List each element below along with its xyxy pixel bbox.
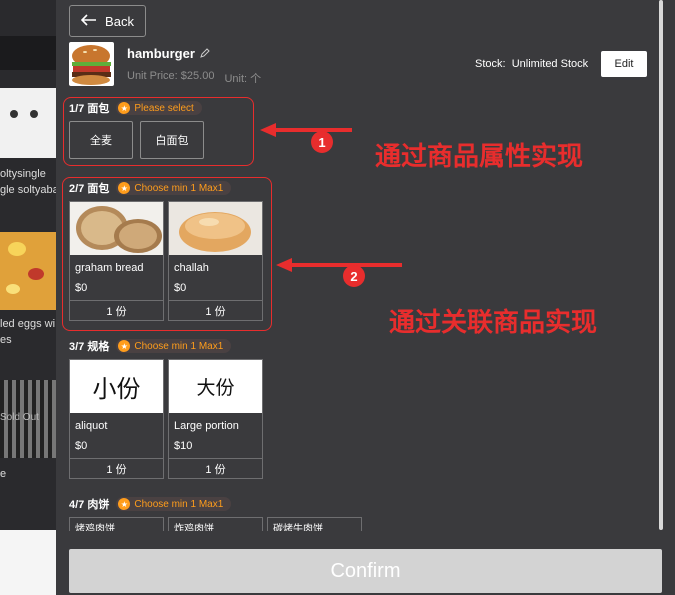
annotation-box-2 [62,177,272,331]
stock-label: Stock: [475,58,506,70]
group-title: 4/7 肉饼 ★ Choose min 1 Max1 [69,496,232,512]
edit-button[interactable]: Edit [601,51,647,77]
scrollbar[interactable] [659,0,663,530]
background-text: led eggs wi [0,318,56,330]
annotation-text-1: 通过商品属性实现 [375,142,584,172]
unit-price: Unit Price: $25.00 [127,70,215,82]
background-text: oltysingle [0,168,46,180]
annotation-arrow-2 [276,258,402,272]
background-egg-image [0,232,56,310]
card-price: $0 [75,440,88,452]
unit-info: Unit Price: $25.00 Unit: 个 [127,70,261,86]
requirement-badge: ★ Choose min 1 Max1 [116,497,232,511]
group-title-text: 4/7 肉饼 [69,499,110,511]
arrow-left-icon [80,13,97,29]
annotation-number-2: 2 [343,265,365,287]
product-card[interactable]: 烤鸡肉饼 [69,517,164,531]
background-image [0,530,56,595]
group-title: 3/7 规格 ★ Choose min 1 Max1 [69,338,232,354]
product-name-text: hamburger [127,46,195,61]
card-name: aliquot [75,420,108,432]
background-cat-image [0,88,56,158]
background-text: gle soltyaba [0,184,56,196]
confirm-button[interactable]: Confirm [69,549,662,593]
card-price: $10 [174,440,193,452]
annotation-number-1: 1 [311,131,333,153]
card-quantity: 1 份 [70,458,163,478]
background-text: e [0,468,7,480]
star-icon: ★ [118,340,131,352]
product-card[interactable]: 小份 aliquot $0 1 份 [69,359,164,479]
background-header-strip [0,36,56,70]
annotation-arrow-1 [260,123,352,137]
card-quantity: 1 份 [169,458,262,478]
badge-text: Choose min 1 Max1 [134,340,224,352]
small-portion-image: 小份 [70,360,163,413]
back-label: Back [105,13,134,29]
pencil-icon[interactable] [200,46,210,61]
product-card[interactable]: 大份 Large portion $10 1 份 [168,359,263,479]
card-name: Large portion [174,420,239,432]
stock-value: Unlimited Stock [511,58,589,70]
annotation-text-2: 通过关联商品实现 [389,308,598,338]
product-card[interactable]: 碳烤牛肉饼 [267,517,362,531]
annotation-box-1 [63,97,254,166]
background-page: oltysingle gle soltyaba led eggs wi es S… [0,0,56,595]
hamburger-image [69,42,114,86]
back-button[interactable]: Back [69,5,146,37]
requirement-badge: ★ Choose min 1 Max1 [116,339,232,353]
badge-text: Choose min 1 Max1 [134,498,224,510]
background-text: es [0,334,12,346]
large-portion-image: 大份 [169,360,262,413]
group-title-text: 3/7 规格 [69,341,110,353]
unit: Unit: 个 [224,73,262,85]
stock-info: Stock: Unlimited Stock [475,58,588,70]
sold-out-label: Sold Out [0,412,39,423]
star-icon: ★ [118,498,131,510]
product-name: hamburger [127,46,210,61]
product-card[interactable]: 炸鸡肉饼 [168,517,263,531]
